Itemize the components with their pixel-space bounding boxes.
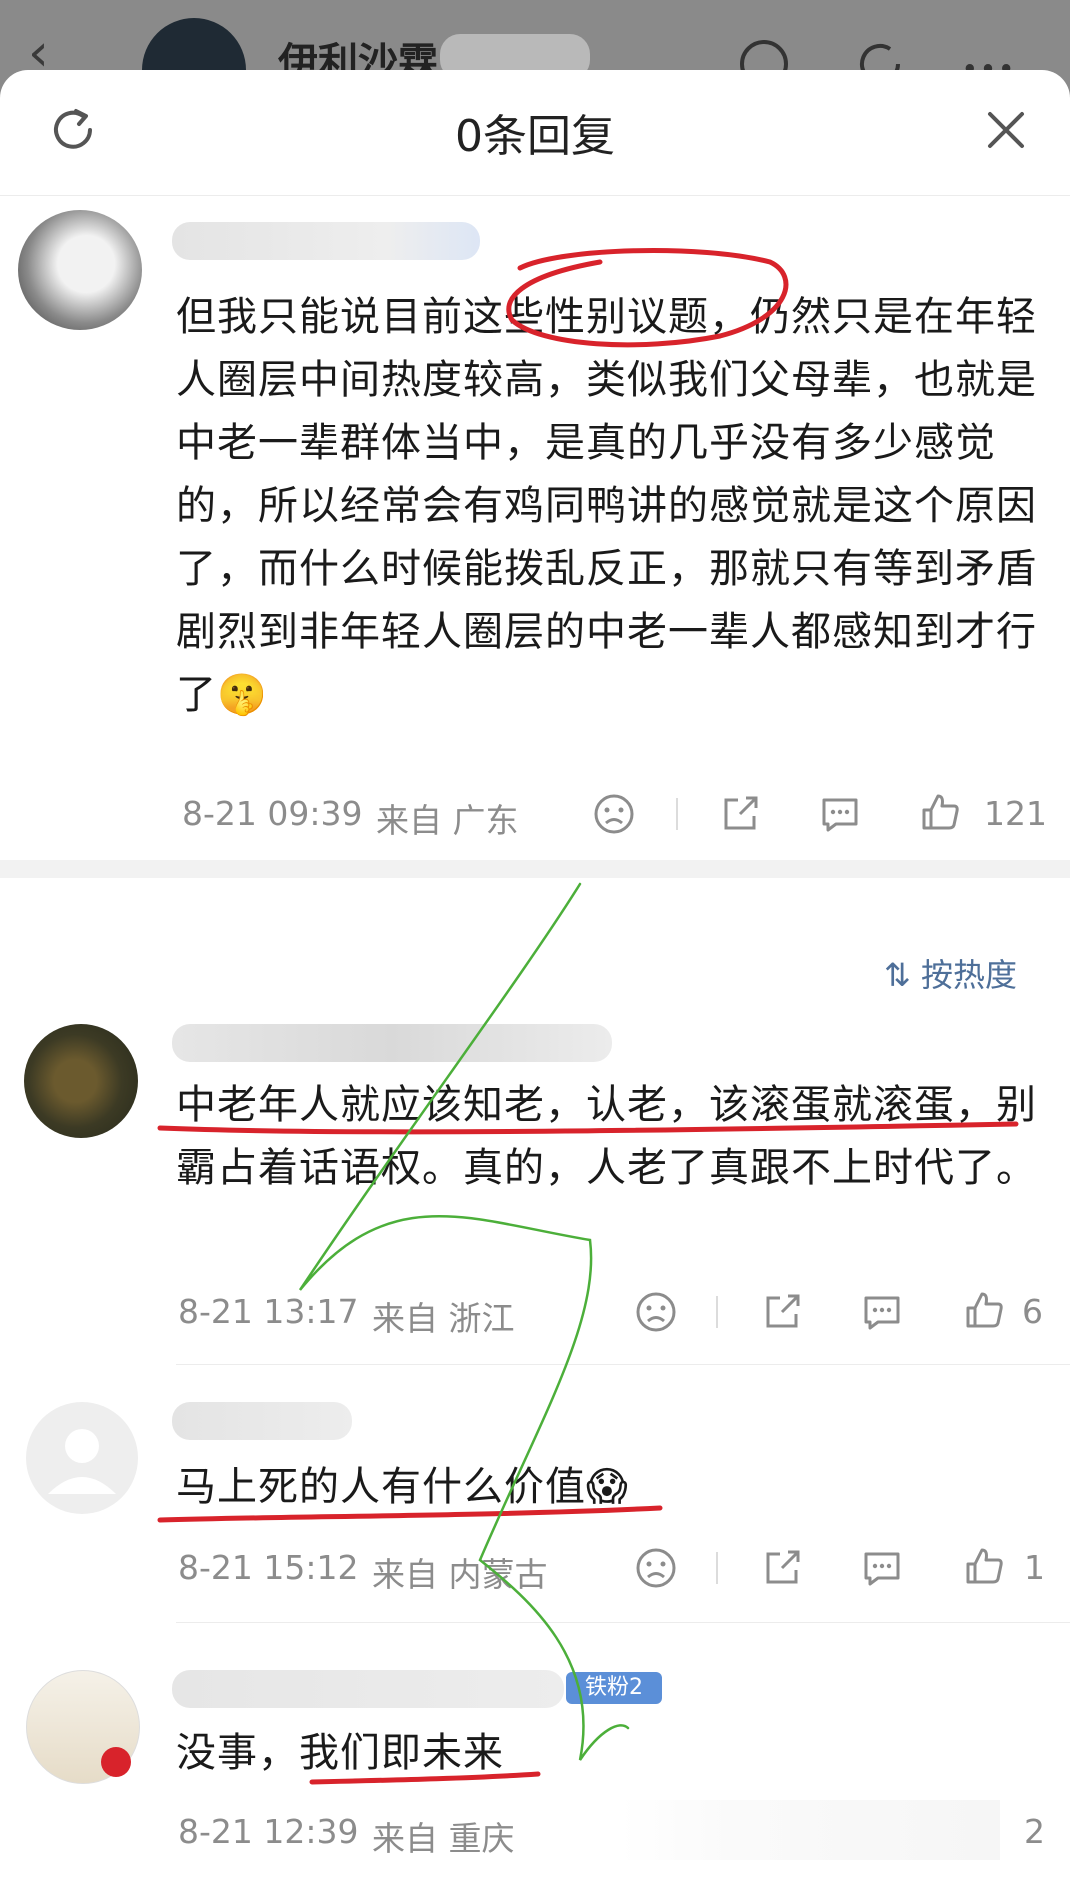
badge-icon (101, 1747, 131, 1777)
section-divider (0, 860, 1070, 878)
share-icon[interactable] (760, 1290, 804, 1334)
sort-label: 按热度 (920, 956, 1017, 994)
dislike-face-icon[interactable] (592, 792, 636, 836)
sheet-title: 0条回复 (455, 111, 615, 162)
comment-location: 来自 广东 (376, 801, 519, 840)
shush-emoji: 🤫 (217, 672, 268, 718)
username-blurred[interactable] (172, 1024, 612, 1062)
reply-timestamp: 8-21 15:12 (178, 1548, 359, 1587)
reply-timestamp: 8-21 13:17 (178, 1292, 359, 1331)
avatar[interactable] (26, 1670, 140, 1784)
main-comment-text: 但我只能说目前这些性别议题，仍然只是在年轻人圈层中间热度较高，类似我们父母辈，也… (176, 286, 1046, 727)
username-blurred[interactable] (172, 1402, 352, 1440)
like-count: 121 (984, 794, 1047, 833)
thumbs-up-icon[interactable] (918, 790, 962, 834)
avatar[interactable] (18, 210, 142, 330)
username-blurred[interactable] (172, 1670, 564, 1708)
sort-icon: ⇅ (884, 956, 911, 994)
blurred-actions (620, 1800, 1000, 1860)
comment-icon[interactable] (860, 1546, 904, 1590)
default-avatar[interactable] (26, 1402, 138, 1514)
comment-icon[interactable] (860, 1290, 904, 1334)
dislike-face-icon[interactable] (634, 1546, 678, 1590)
reply-body: 马上死的人有什么价值 (176, 1464, 586, 1510)
share-icon[interactable] (718, 792, 762, 836)
thumbs-up-icon[interactable] (962, 1288, 1006, 1332)
share-icon[interactable] (760, 1546, 804, 1590)
thumbs-up-icon[interactable] (962, 1544, 1006, 1588)
separator (716, 1296, 718, 1328)
reply-text: 中老年人就应该知老，认老，该滚蛋就滚蛋，别霸占着话语权。真的，人老了真跟不上时代… (176, 1082, 1037, 1191)
avatar[interactable] (24, 1024, 138, 1138)
scream-emoji: 😱 (586, 1464, 629, 1510)
dislike-face-icon[interactable] (634, 1290, 678, 1334)
fan-level-badge: 铁粉2 (566, 1672, 662, 1704)
separator (716, 1552, 718, 1584)
reply-divider (176, 1364, 1070, 1365)
comment-timestamp: 8-21 09:39 (182, 794, 363, 833)
like-count: 2 (1024, 1812, 1045, 1851)
reply-text: 马上死的人有什么价值😱 (176, 1456, 1046, 1519)
like-count: 1 (1024, 1548, 1045, 1587)
comment-icon[interactable] (818, 792, 862, 836)
reply-location: 来自 浙江 (372, 1299, 515, 1338)
reply-location: 来自 内蒙古 (372, 1555, 548, 1594)
reply-timestamp: 8-21 12:39 (178, 1812, 359, 1851)
reply-location: 来自 重庆 (372, 1819, 515, 1858)
separator (676, 798, 678, 830)
sort-by-heat-button[interactable]: ⇅ 按热度 (884, 950, 1017, 996)
like-count: 6 (1022, 1292, 1043, 1331)
close-icon[interactable] (984, 108, 1028, 152)
comment-body: 但我只能说目前这些性别议题，仍然只是在年轻人圈层中间热度较高，类似我们父母辈，也… (176, 294, 1037, 718)
sheet-header: 0条回复 (0, 70, 1070, 196)
reply-text: 没事，我们即未来 (176, 1730, 504, 1776)
username-blurred[interactable] (172, 222, 480, 260)
reply-divider (176, 1622, 1070, 1623)
